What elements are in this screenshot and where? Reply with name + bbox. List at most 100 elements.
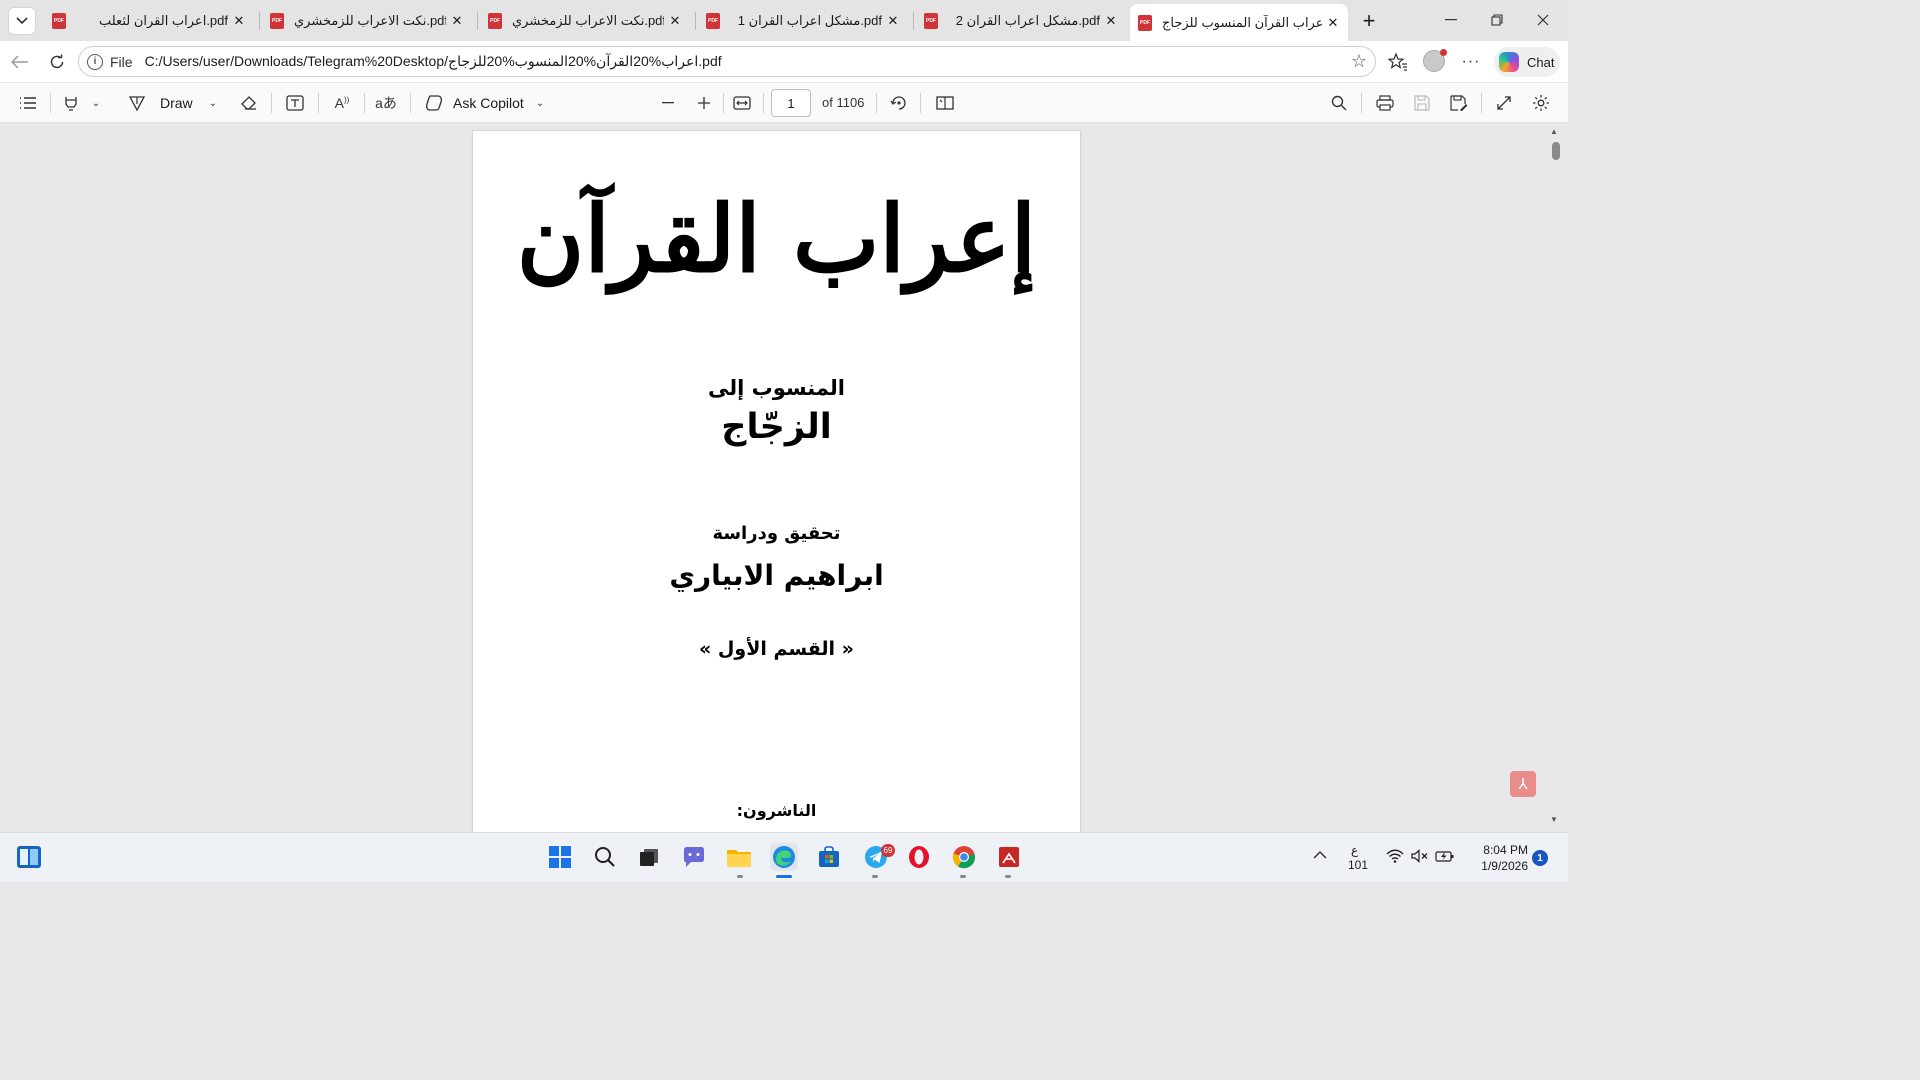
fullscreen-button[interactable] <box>1493 91 1515 115</box>
close-tab-icon[interactable]: ✕ <box>1326 15 1340 31</box>
pdf-app-button[interactable] <box>995 843 1023 871</box>
attribution-line: المنسوب إلى <box>707 376 845 400</box>
tab-title: نكت الاعراب للزمخشري.pdf <box>294 12 446 28</box>
tab-zamakhshari-1[interactable]: PDF نكت الاعراب للزمخشري.pdf ✕ <box>480 4 690 37</box>
pdf-settings-button[interactable] <box>1530 91 1552 115</box>
settings-and-more-button[interactable]: ··· <box>1459 50 1483 74</box>
tab-mushkil-2[interactable]: PDF مشكل اعراب القران 2.pdf ✕ <box>916 4 1126 37</box>
copilot-options-button[interactable]: ⌄ <box>532 91 548 115</box>
minus-icon <box>662 102 674 104</box>
chevron-down-icon <box>16 17 28 25</box>
contents-button[interactable] <box>16 91 40 115</box>
close-tab-icon[interactable]: ✕ <box>1104 13 1118 29</box>
page-view-icon <box>936 96 954 110</box>
draw-button[interactable]: Draw <box>128 91 204 115</box>
chrome-button[interactable] <box>950 843 978 871</box>
address-bar[interactable]: i File C:/Users/user/Downloads/Telegram%… <box>78 46 1376 77</box>
wifi-button[interactable] <box>1386 849 1404 866</box>
input-language-indicator[interactable]: ع <box>1351 843 1358 857</box>
task-view-button[interactable] <box>635 843 663 871</box>
plus-icon: + <box>1362 8 1376 33</box>
site-info-icon[interactable]: i <box>87 53 103 70</box>
tab-tha3lab[interactable]: PDF اعراب القران لثعلب.pdf ✕ <box>44 4 254 37</box>
refresh-icon <box>50 54 64 69</box>
pdf-viewer-area[interactable]: إعراب القرآن المنسوب إلى الزجّاج تحقيق و… <box>0 123 1568 832</box>
tab-actions-menu-button[interactable] <box>8 7 36 35</box>
toolbar-separator <box>318 93 319 113</box>
widgets-button[interactable] <box>15 843 43 871</box>
wifi-icon <box>1386 849 1404 863</box>
zoom-out-button[interactable] <box>657 91 679 115</box>
close-tab-icon[interactable]: ✕ <box>668 13 682 29</box>
chat-app-button[interactable] <box>680 843 708 871</box>
opera-icon <box>909 846 929 868</box>
scroll-up-arrow[interactable]: ▲ <box>1550 127 1558 136</box>
pdf-page[interactable]: إعراب القرآن المنسوب إلى الزجّاج تحقيق و… <box>473 131 1080 832</box>
store-button[interactable] <box>815 843 843 871</box>
pdf-toolbar: ⌄ Draw ⌄ A)) aあ Ask Copilot ⌄ 1 of 1106 <box>0 82 1568 123</box>
notification-center-badge[interactable]: 1 <box>1532 850 1548 866</box>
favorite-star-icon[interactable]: ☆ <box>1351 51 1367 72</box>
close-window-button[interactable] <box>1530 8 1556 32</box>
volume-part: « القسم الأول » <box>699 638 854 660</box>
clock-time: 8:04 PM <box>1483 843 1528 857</box>
pdf-file-icon: PDF <box>924 12 938 29</box>
read-aloud-button[interactable]: A)) <box>330 91 354 115</box>
show-hidden-icons-button[interactable] <box>1313 849 1327 863</box>
fit-to-width-button[interactable] <box>731 91 753 115</box>
task-view-icon <box>640 849 658 866</box>
copilot-icon <box>1499 52 1519 72</box>
file-explorer-button[interactable] <box>725 843 753 871</box>
add-text-button[interactable] <box>283 91 307 115</box>
new-tab-button[interactable]: + <box>1356 8 1382 34</box>
save-as-button[interactable] <box>1448 91 1470 115</box>
highlight-button[interactable] <box>60 91 82 115</box>
erase-button[interactable] <box>238 91 260 115</box>
store-bag-icon <box>819 846 839 867</box>
close-tab-icon[interactable]: ✕ <box>450 13 464 29</box>
translate-button[interactable]: aあ <box>374 91 398 115</box>
tab-zamakhshari-2[interactable]: PDF نكت الاعراب للزمخشري.pdf ✕ <box>262 4 472 37</box>
start-button[interactable] <box>546 843 574 871</box>
windows-logo-icon <box>549 846 571 868</box>
rotate-button[interactable] <box>888 91 910 115</box>
edge-taskbar-button[interactable] <box>770 843 798 871</box>
restore-button[interactable] <box>1484 8 1510 32</box>
close-tab-icon[interactable]: ✕ <box>232 13 246 29</box>
save-button[interactable] <box>1411 91 1433 115</box>
scrollbar-thumb[interactable] <box>1552 142 1560 160</box>
copilot-chat-button[interactable]: Chat <box>1494 47 1560 77</box>
chat-label: Chat <box>1527 54 1555 70</box>
draw-options-button[interactable]: ⌄ <box>205 91 221 115</box>
print-button[interactable] <box>1374 91 1396 115</box>
pdf-file-icon: PDF <box>706 12 720 29</box>
taskbar-search-button[interactable] <box>591 843 619 871</box>
volume-button[interactable] <box>1411 849 1429 866</box>
back-button[interactable] <box>8 50 32 74</box>
close-icon <box>1537 14 1549 26</box>
close-tab-icon[interactable]: ✕ <box>886 13 900 29</box>
minimize-button[interactable] <box>1438 8 1464 32</box>
back-arrow-icon <box>11 55 28 69</box>
chrome-icon <box>952 846 976 869</box>
search-button[interactable] <box>1328 91 1350 115</box>
highlight-options-button[interactable]: ⌄ <box>88 91 104 115</box>
ask-copilot-label: Ask Copilot <box>453 95 524 111</box>
zoom-in-button[interactable] <box>693 91 715 115</box>
page-view-button[interactable] <box>934 91 956 115</box>
refresh-button[interactable] <box>45 50 69 74</box>
gear-icon <box>1533 95 1549 111</box>
tab-zajjaj-active[interactable]: PDF اعراب القرآن المنسوب للزجاج.pdf ✕ <box>1130 4 1348 41</box>
widgets-icon <box>17 846 41 868</box>
text-box-icon <box>286 95 304 111</box>
url-text[interactable]: C:/Users/user/Downloads/Telegram%20Deskt… <box>145 53 722 70</box>
tab-mushkil-1[interactable]: PDF مشكل اعراب القران 1.pdf ✕ <box>698 4 908 37</box>
battery-button[interactable] <box>1435 849 1455 866</box>
ask-copilot-button[interactable]: Ask Copilot <box>424 91 534 115</box>
scroll-down-arrow[interactable]: ▼ <box>1550 815 1558 824</box>
clock[interactable]: 8:04 PM 1/9/2026 <box>1470 842 1528 874</box>
acrobat-icon[interactable]: ⅄ <box>1510 771 1536 797</box>
favorites-button[interactable] <box>1386 50 1410 74</box>
page-number-input[interactable]: 1 <box>771 89 811 117</box>
opera-button[interactable] <box>905 843 933 871</box>
